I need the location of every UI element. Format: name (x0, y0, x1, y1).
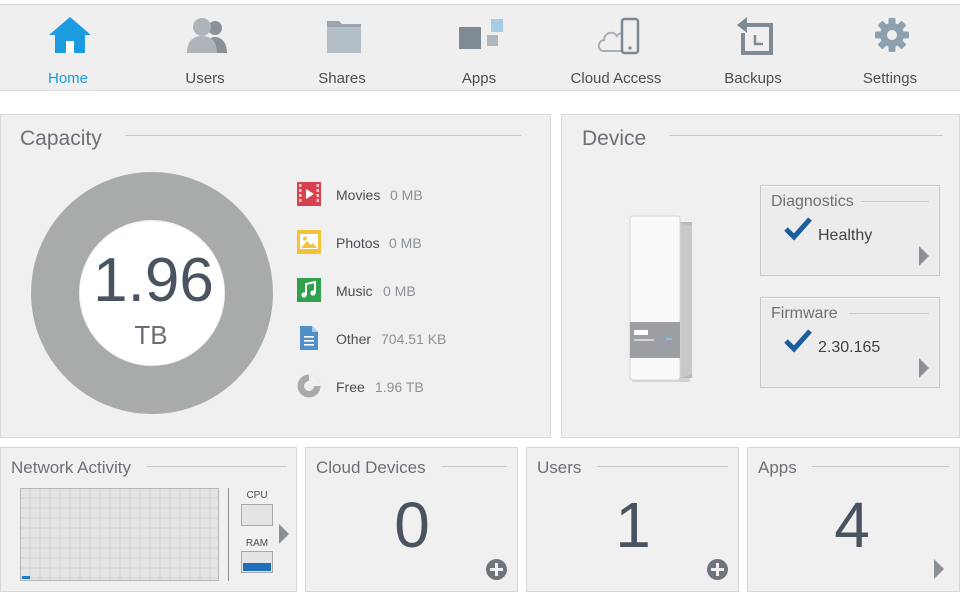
diagnostics-title: Diagnostics (771, 193, 854, 210)
photos-icon (297, 230, 321, 254)
nav-settings-label: Settings (862, 70, 918, 87)
nav-apps-label: Apps (461, 70, 497, 87)
legend-movies-name: Movies (336, 187, 381, 203)
ram-meter-fill (243, 563, 271, 571)
nav-users-label: Users (185, 70, 225, 87)
apps-panel: Apps 4 (747, 447, 960, 592)
folder-icon (327, 21, 361, 53)
nav-shares[interactable]: Shares (282, 13, 402, 89)
device-title: Device (582, 127, 647, 150)
capacity-title: Capacity (20, 127, 102, 150)
network-arrow-icon[interactable] (279, 524, 289, 544)
legend-music-name: Music (336, 283, 373, 299)
firmware-card[interactable]: Firmware 2.30.165 (760, 297, 940, 388)
cloud-devices-panel: Cloud Devices 0 (305, 447, 518, 592)
legend-music-value: 0 MB (383, 283, 416, 299)
firmware-rule (849, 313, 929, 314)
firmware-version: 2.30.165 (818, 339, 881, 356)
cpu-meter (241, 504, 273, 526)
apps-arrow-icon[interactable] (934, 559, 944, 579)
apps-icon (459, 19, 503, 49)
legend-photos-value: 0 MB (389, 235, 422, 251)
nav-settings[interactable]: Settings (830, 13, 950, 89)
document-icon (300, 326, 318, 350)
music-icon (297, 278, 321, 302)
add-user-button[interactable] (707, 559, 728, 580)
movies-icon (297, 182, 321, 206)
nas-device-image (629, 215, 692, 382)
network-activity-panel: Network Activity CPU RAM (0, 447, 297, 592)
nav-cloud-access-label: Cloud Access (570, 70, 662, 87)
network-activity-bar (22, 576, 30, 579)
free-space-icon (297, 374, 321, 398)
home-icon (49, 17, 91, 53)
nav-home[interactable]: Home (8, 13, 128, 89)
graph-divider (228, 488, 229, 581)
capacity-title-rule (125, 135, 521, 136)
capacity-total-value: 1.96 (93, 246, 214, 315)
checkmark-icon (784, 329, 812, 353)
diagnostics-arrow-icon[interactable] (919, 246, 929, 266)
ram-meter (241, 551, 273, 573)
legend-other-value: 704.51 KB (381, 331, 447, 347)
network-activity-title: Network Activity (11, 458, 131, 477)
device-panel: Device Diagnostics Healthy Firmware 2.30… (561, 114, 960, 438)
users-panel: Users 1 (526, 447, 739, 592)
top-navigation: Home Users Shares Apps Cloud Access Back… (0, 4, 960, 91)
cloud-devices-rule (442, 466, 507, 467)
legend-movies-value: 0 MB (390, 187, 423, 203)
diagnostics-card[interactable]: Diagnostics Healthy (760, 185, 940, 276)
cloud-devices-count: 0 (394, 489, 430, 561)
device-title-rule (669, 135, 943, 136)
apps-count: 4 (834, 489, 870, 561)
nav-users[interactable]: Users (145, 13, 265, 89)
legend-free-value: 1.96 TB (375, 379, 424, 395)
cloud-devices-title: Cloud Devices (316, 458, 426, 477)
firmware-arrow-icon[interactable] (919, 358, 929, 378)
capacity-panel: Capacity 1.96 TB Movies 0 MB Photos 0 MB (0, 114, 551, 438)
diagnostics-rule (861, 201, 929, 202)
add-cloud-device-button[interactable] (486, 559, 507, 580)
cloud-phone-icon (597, 17, 640, 55)
ram-label: RAM (245, 538, 269, 549)
nav-backups[interactable]: Backups (693, 13, 813, 89)
users-icon (187, 18, 227, 53)
capacity-total-unit: TB (134, 320, 168, 350)
nav-home-label: Home (47, 70, 88, 87)
cpu-label: CPU (246, 490, 268, 501)
nav-backups-label: Backups (724, 70, 782, 87)
diagnostics-status: Healthy (818, 227, 873, 244)
legend-other-name: Other (336, 331, 372, 347)
nav-apps[interactable]: Apps (419, 13, 539, 89)
legend-photos-name: Photos (336, 235, 380, 251)
legend-free-name: Free (336, 379, 365, 395)
nav-cloud-access[interactable]: Cloud Access (556, 13, 676, 89)
users-title: Users (537, 458, 582, 477)
apps-title: Apps (758, 458, 797, 477)
network-title-rule (147, 466, 287, 467)
firmware-title: Firmware (771, 305, 838, 322)
checkmark-icon (784, 217, 812, 241)
backup-icon (737, 17, 773, 55)
nav-shares-label: Shares (318, 70, 366, 87)
apps-rule (812, 466, 949, 467)
users-rule (597, 466, 728, 467)
network-activity-graph (20, 488, 219, 581)
users-count: 1 (615, 489, 651, 561)
gear-icon (875, 18, 909, 52)
